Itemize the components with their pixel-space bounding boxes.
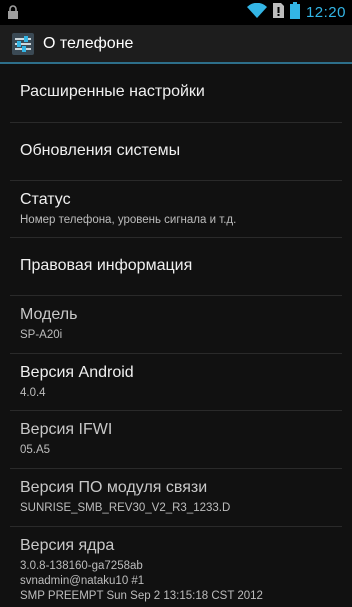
kernel-line: 3.0.8-138160-ga7258ab	[20, 560, 143, 572]
item-value: 05.A5	[20, 444, 51, 456]
item-value: 3.0.8-138160-ga7258ab svnadmin@nataku10 …	[20, 559, 263, 604]
lock-icon	[6, 5, 20, 24]
kernel-version-item: Версия ядра 3.0.8-138160-ga7258ab svnadm…	[10, 527, 342, 607]
item-title: Версия Android	[20, 364, 134, 381]
ifwi-version-item: Версия IFWI 05.A5	[10, 411, 342, 469]
settings-list: Расширенные настройки Обновления системы…	[0, 64, 352, 607]
item-value: SUNRISE_SMB_REV30_V2_R3_1233.D	[20, 502, 231, 514]
item-title: Расширенные настройки	[20, 83, 205, 100]
advanced-settings-item[interactable]: Расширенные настройки	[10, 64, 342, 123]
item-title: Версия IFWI	[20, 421, 113, 438]
item-title: Версия ядра	[20, 537, 115, 554]
item-value: 4.0.4	[20, 387, 46, 399]
status-item[interactable]: Статус Номер телефона, уровень сигнала и…	[10, 181, 342, 238]
baseband-version-item: Версия ПО модуля связи SUNRISE_SMB_REV30…	[10, 469, 342, 527]
item-title: Обновления системы	[20, 142, 181, 159]
item-title: Версия ПО модуля связи	[20, 479, 208, 496]
kernel-line: SMP PREEMPT Sun Sep 2 13:15:18 CST 2012	[20, 590, 263, 602]
item-title: Модель	[20, 306, 78, 323]
battery-icon	[289, 2, 300, 23]
kernel-line: svnadmin@nataku10 #1	[20, 575, 145, 587]
wifi-icon	[246, 2, 267, 23]
item-title: Статус	[20, 191, 71, 208]
android-version-item[interactable]: Версия Android 4.0.4	[10, 354, 342, 411]
action-bar: О телефоне	[0, 25, 352, 64]
legal-info-item[interactable]: Правовая информация	[10, 238, 342, 296]
clock: 12:20	[305, 4, 346, 21]
status-bar: 12:20	[0, 0, 352, 25]
item-title: Правовая информация	[20, 257, 193, 274]
item-subtitle: Номер телефона, уровень сигнала и т.д.	[20, 214, 237, 226]
item-value: SP-A20i	[20, 329, 63, 341]
settings-sliders-icon[interactable]	[12, 32, 34, 55]
status-icons: 12:20	[246, 0, 346, 25]
page-title: О телефоне	[43, 34, 134, 52]
system-updates-item[interactable]: Обновления системы	[10, 123, 342, 181]
model-item: Модель SP-A20i	[10, 296, 342, 354]
sim-alert-icon	[272, 3, 284, 22]
